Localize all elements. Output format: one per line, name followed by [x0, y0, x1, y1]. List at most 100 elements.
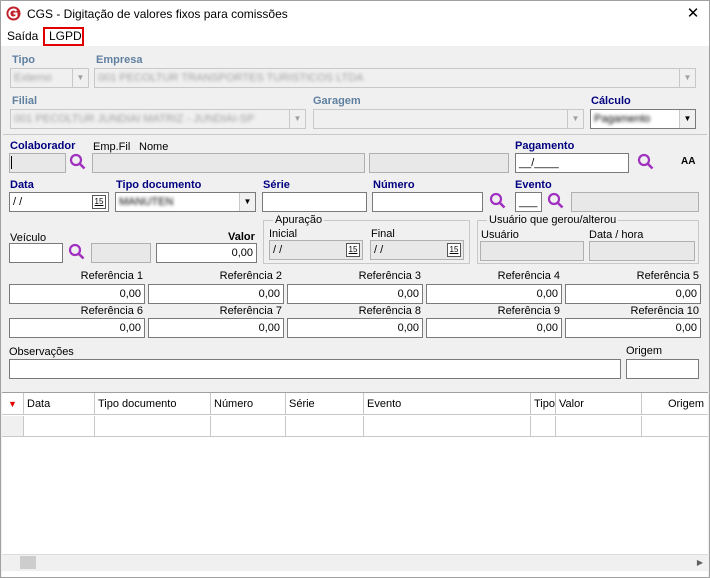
table-cell[interactable]: [95, 416, 211, 437]
ref6-input[interactable]: 0,00: [9, 318, 145, 338]
empresa-select[interactable]: 001 PECOLTUR TRANSPORTES TURISTICOS LTDA…: [94, 68, 696, 88]
chevron-down-icon: ▼: [72, 69, 88, 87]
ref3-label: Referência 3: [358, 270, 421, 282]
tipo-label: Tipo: [12, 54, 36, 66]
calendar-icon[interactable]: 15: [92, 195, 106, 209]
calculo-value: Pagamento: [594, 113, 651, 125]
ref2-input[interactable]: 0,00: [148, 284, 284, 304]
ref10-input[interactable]: 0,00: [565, 318, 701, 338]
font-size-icon[interactable]: AA: [681, 156, 695, 167]
filial-select[interactable]: 001 PECOLTUR JUNDIAI MATRIZ - JUNDIAI-SP…: [10, 109, 306, 129]
data-label: Data: [10, 179, 34, 191]
garagem-label: Garagem: [313, 95, 361, 107]
ref3-input[interactable]: 0,00: [287, 284, 423, 304]
chevron-down-icon: ▼: [289, 110, 305, 128]
valor-label: Valor: [228, 231, 255, 243]
col-header-origem[interactable]: Origem: [642, 393, 708, 415]
scroll-right-icon[interactable]: ▶: [693, 555, 707, 570]
evento-value: ___: [519, 196, 538, 208]
table-cell[interactable]: [286, 416, 364, 437]
menu-saida[interactable]: Saída: [7, 29, 38, 43]
tipo-documento-label: Tipo documento: [116, 179, 202, 191]
pagamento-value: __/____: [519, 157, 559, 169]
calculo-select[interactable]: Pagamento ▼: [590, 109, 696, 129]
tipo-documento-value: MANUTEN: [119, 196, 174, 208]
empfil-nome-field: [92, 153, 365, 173]
row-selector[interactable]: [2, 416, 24, 437]
search-icon[interactable]: [489, 192, 507, 210]
close-button[interactable]: ✕: [681, 4, 705, 24]
ref4-input[interactable]: 0,00: [426, 284, 562, 304]
search-icon[interactable]: [68, 243, 86, 261]
usuario-group-title: Usuário que gerou/alterou: [487, 214, 619, 226]
data-hora-field: [589, 241, 695, 261]
veiculo-input[interactable]: [9, 243, 63, 263]
ref1-input[interactable]: 0,00: [9, 284, 145, 304]
ref9-input[interactable]: 0,00: [426, 318, 562, 338]
col-header-tipo[interactable]: Tipo: [531, 393, 556, 415]
observacoes-input[interactable]: [9, 359, 621, 379]
serie-label: Série: [263, 179, 290, 191]
data-input[interactable]: / / 15: [9, 192, 109, 212]
pagamento-input[interactable]: __/____: [515, 153, 629, 173]
table-cell[interactable]: [364, 416, 531, 437]
final-input[interactable]: / / 15: [370, 240, 464, 260]
table-cell[interactable]: [642, 416, 708, 437]
col-header-data[interactable]: Data: [24, 393, 95, 415]
col-header-serie[interactable]: Série: [286, 393, 364, 415]
evento-label: Evento: [515, 179, 552, 191]
ref10-label: Referência 10: [630, 305, 700, 317]
ref7-input[interactable]: 0,00: [148, 318, 284, 338]
ref7-label: Referência 7: [219, 305, 282, 317]
table-cell[interactable]: [531, 416, 556, 437]
usuario-field: [480, 241, 584, 261]
nome-label: Nome: [139, 141, 169, 153]
divider: [3, 134, 707, 135]
evento-input[interactable]: ___: [515, 192, 542, 212]
col-header-evento[interactable]: Evento: [364, 393, 531, 415]
calendar-icon[interactable]: 15: [447, 243, 461, 257]
numero-input[interactable]: [372, 192, 483, 212]
text-cursor: [11, 156, 12, 169]
ref5-input[interactable]: 0,00: [565, 284, 701, 304]
col-header-valor[interactable]: Valor: [556, 393, 642, 415]
table-cell[interactable]: [211, 416, 286, 437]
valor-input[interactable]: 0,00: [156, 243, 257, 263]
tipo-documento-select[interactable]: MANUTEN ▼: [115, 192, 256, 212]
ref1-label: Referência 1: [80, 270, 143, 282]
table-cell[interactable]: [24, 416, 95, 437]
col-header-tipo-documento[interactable]: Tipo documento: [95, 393, 211, 415]
evento-descricao-field: [571, 192, 699, 212]
search-icon[interactable]: [547, 192, 565, 210]
tipo-select[interactable]: Externo ▼: [10, 68, 89, 88]
filial-value: 001 PECOLTUR JUNDIAI MATRIZ - JUNDIAI-SP: [14, 113, 255, 125]
sort-indicator-icon[interactable]: ▼: [2, 393, 24, 415]
search-icon[interactable]: [69, 153, 87, 171]
calendar-icon[interactable]: 15: [346, 243, 360, 257]
table-cell[interactable]: [556, 416, 642, 437]
scrollbar-thumb[interactable]: [20, 556, 36, 569]
empresa-label: Empresa: [96, 54, 143, 66]
col-header-numero[interactable]: Número: [211, 393, 286, 415]
origem-input[interactable]: [626, 359, 699, 379]
final-label: Final: [371, 228, 395, 240]
ref5-label: Referência 5: [636, 270, 699, 282]
menu-lgpd[interactable]: LGPD: [49, 29, 82, 43]
main-window: CGS - Digitação de valores fixos para co…: [0, 0, 710, 578]
pagamento-label: Pagamento: [515, 140, 575, 152]
serie-input[interactable]: [262, 192, 367, 212]
ref9-label: Referência 9: [497, 305, 560, 317]
horizontal-scrollbar[interactable]: [2, 554, 708, 571]
inicial-label: Inicial: [269, 228, 298, 240]
search-icon[interactable]: [637, 153, 655, 171]
colaborador-input[interactable]: [9, 153, 66, 173]
calculo-label: Cálculo: [591, 95, 631, 107]
veiculo-extra-field: [91, 243, 151, 263]
final-value: / /: [374, 244, 384, 256]
ref8-input[interactable]: 0,00: [287, 318, 423, 338]
inicial-input[interactable]: / / 15: [269, 240, 363, 260]
data-hora-label: Data / hora: [589, 229, 644, 241]
colaborador-label: Colaborador: [10, 140, 76, 152]
garagem-select[interactable]: ▼: [313, 109, 584, 129]
entries-grid[interactable]: ▼ Data Tipo documento Número Série Event…: [2, 392, 708, 577]
